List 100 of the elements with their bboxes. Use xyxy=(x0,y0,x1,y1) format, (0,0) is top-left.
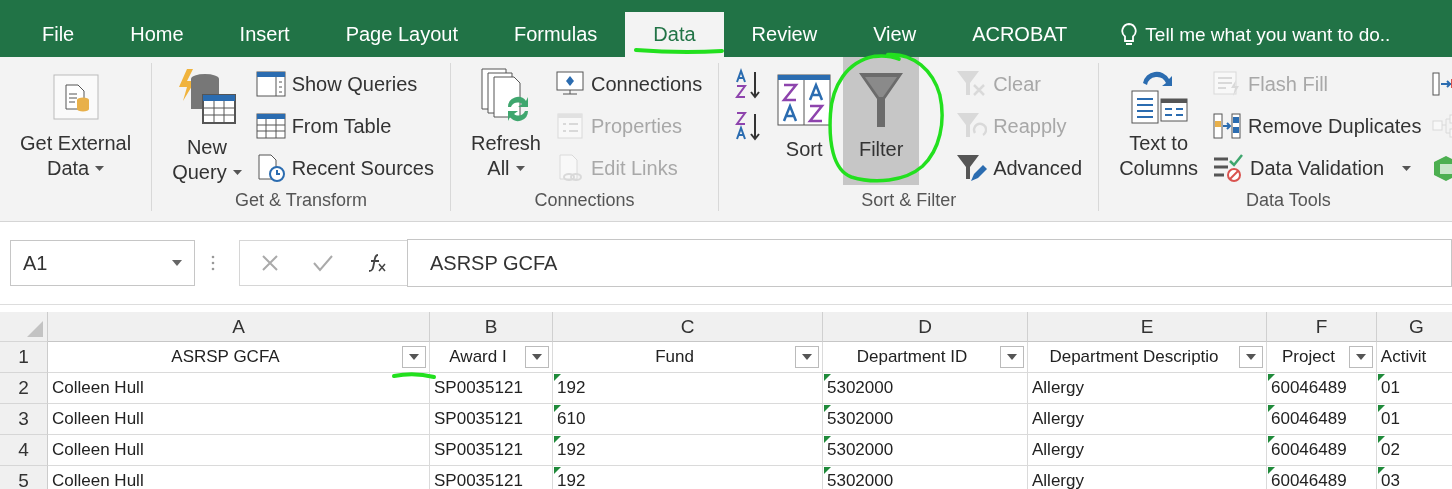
column-header[interactable]: B xyxy=(430,312,553,342)
filter-dropdown-button[interactable] xyxy=(525,346,549,368)
ribbon-tab[interactable]: Insert xyxy=(211,12,318,57)
ribbon-tab[interactable]: Review xyxy=(723,12,846,57)
ribbon-button[interactable]: Show Queries xyxy=(253,65,436,103)
filter-dropdown-button[interactable] xyxy=(402,346,426,368)
table-cell: 5302000 xyxy=(827,440,894,460)
table-cell: Colleen Hull xyxy=(52,409,144,429)
filter-dropdown-button[interactable] xyxy=(1239,346,1263,368)
caret-icon xyxy=(95,166,105,171)
name-box[interactable]: A1 xyxy=(10,240,195,286)
table-icon xyxy=(255,112,286,140)
remove-duplicates-icon xyxy=(1212,112,1243,140)
table-cell: Allergy xyxy=(1032,378,1084,398)
ribbon-tab[interactable]: View xyxy=(845,12,945,57)
diagram-icon xyxy=(1431,113,1452,139)
properties-icon xyxy=(554,112,585,140)
ribbon-button[interactable]: Data Validation xyxy=(1210,149,1424,187)
table-cell: Project xyxy=(1282,347,1335,367)
ribbon-tab[interactable]: Formulas xyxy=(485,12,626,57)
group-label: Data Tools xyxy=(1244,189,1332,211)
ribbon-button[interactable]: Sort xyxy=(771,57,838,185)
table-cell: 03 xyxy=(1381,471,1400,489)
funnel-pencil-icon xyxy=(955,153,988,183)
table-cell: 192 xyxy=(557,440,586,460)
document-clock-icon xyxy=(255,153,286,183)
table-cell: SP0035121 xyxy=(434,471,523,489)
function-icon[interactable] xyxy=(366,253,388,273)
window-list-icon xyxy=(255,70,286,98)
caret-icon xyxy=(802,354,812,360)
marker-stroke xyxy=(392,372,436,379)
ribbon-button[interactable]: Refresh All xyxy=(464,57,547,185)
caret-icon xyxy=(1356,354,1366,360)
table-cell: Department Descriptio xyxy=(1049,347,1219,367)
table-cell: Colleen Hull xyxy=(52,440,144,460)
table-cell: 60046489 xyxy=(1271,409,1347,429)
table-cell: 01 xyxy=(1381,378,1400,398)
table-cell: Fund xyxy=(655,347,694,367)
formula-field[interactable]: ASRSP GCFA xyxy=(407,239,1452,287)
lightbulb-icon xyxy=(1121,22,1138,47)
column-header[interactable]: C xyxy=(553,312,823,342)
row-header[interactable]: 3 xyxy=(0,404,48,435)
filter-dropdown-button[interactable] xyxy=(1349,346,1373,368)
table-cell: ASRSP GCFA xyxy=(171,347,280,367)
caret-icon xyxy=(1007,354,1017,360)
ribbon-button[interactable]: Filter xyxy=(843,57,920,185)
caret-icon xyxy=(1402,165,1412,171)
table-cell: Award I xyxy=(449,347,507,367)
table-cell: 02 xyxy=(1381,440,1400,460)
column-header[interactable]: A xyxy=(48,312,430,342)
ribbon-button[interactable]: Text to Columns xyxy=(1113,57,1205,185)
caret-icon xyxy=(532,354,542,360)
row-header[interactable]: 2 xyxy=(0,373,48,404)
caret-icon xyxy=(515,166,525,171)
table-cell: 192 xyxy=(557,378,586,398)
ribbon-button[interactable]: From Table xyxy=(253,107,436,145)
filter-dropdown-button[interactable] xyxy=(1000,346,1024,368)
check-icon[interactable] xyxy=(312,254,334,272)
table-cell: 5302000 xyxy=(827,471,894,489)
table-cell: 5302000 xyxy=(827,409,894,429)
table-cell: 01 xyxy=(1381,409,1400,429)
cube-icon xyxy=(1431,154,1452,182)
ribbon-button[interactable]: Get External Data xyxy=(14,57,138,185)
table-cell: Activit xyxy=(1380,347,1427,367)
ribbon-button[interactable]: Connections xyxy=(552,65,705,103)
column-header[interactable]: G xyxy=(1377,312,1452,342)
table-cell: Colleen Hull xyxy=(52,471,144,489)
tell-me-field[interactable]: Tell me what you want to do.. xyxy=(1095,12,1391,57)
table-cell: SP0035121 xyxy=(434,409,523,429)
caret-icon xyxy=(1246,354,1256,360)
table-cell: 5302000 xyxy=(827,378,894,398)
table-cell: Colleen Hull xyxy=(52,378,144,398)
filter-dropdown-button[interactable] xyxy=(795,346,819,368)
group-label: Connections xyxy=(533,189,636,211)
row-header[interactable]: 1 xyxy=(0,342,48,373)
table-cell: 60046489 xyxy=(1271,471,1347,489)
caret-icon xyxy=(172,260,182,266)
ribbon-tab[interactable]: Home xyxy=(102,12,212,57)
ribbon-button[interactable]: New Query xyxy=(166,57,248,185)
ribbon-tab[interactable]: File xyxy=(14,12,103,57)
validation-icon xyxy=(1212,153,1245,183)
row-header[interactable]: 4 xyxy=(0,435,48,466)
monitor-icon xyxy=(554,70,585,98)
table-cell: Allergy xyxy=(1032,409,1084,429)
table-cell: 60046489 xyxy=(1271,378,1347,398)
table-cell: 610 xyxy=(557,409,586,429)
ribbon-tab[interactable]: Page Layout xyxy=(317,12,486,57)
table-cell: 60046489 xyxy=(1271,440,1347,460)
ribbon-button[interactable]: Remove Duplicates xyxy=(1210,107,1424,145)
column-header[interactable]: E xyxy=(1028,312,1267,342)
ribbon-button[interactable]: Advanced xyxy=(953,149,1085,187)
ribbon-tab[interactable]: Data xyxy=(625,12,724,57)
row-header[interactable]: 5 xyxy=(0,466,48,489)
table-cell: Department ID xyxy=(856,347,968,367)
table-cell: SP0035121 xyxy=(434,440,523,460)
table-cell: 192 xyxy=(557,471,586,489)
ribbon-button[interactable]: Recent Sources xyxy=(253,149,436,187)
column-header[interactable]: D xyxy=(823,312,1028,342)
column-header[interactable]: F xyxy=(1267,312,1377,342)
ribbon-tab[interactable]: ACROBAT xyxy=(944,12,1096,57)
